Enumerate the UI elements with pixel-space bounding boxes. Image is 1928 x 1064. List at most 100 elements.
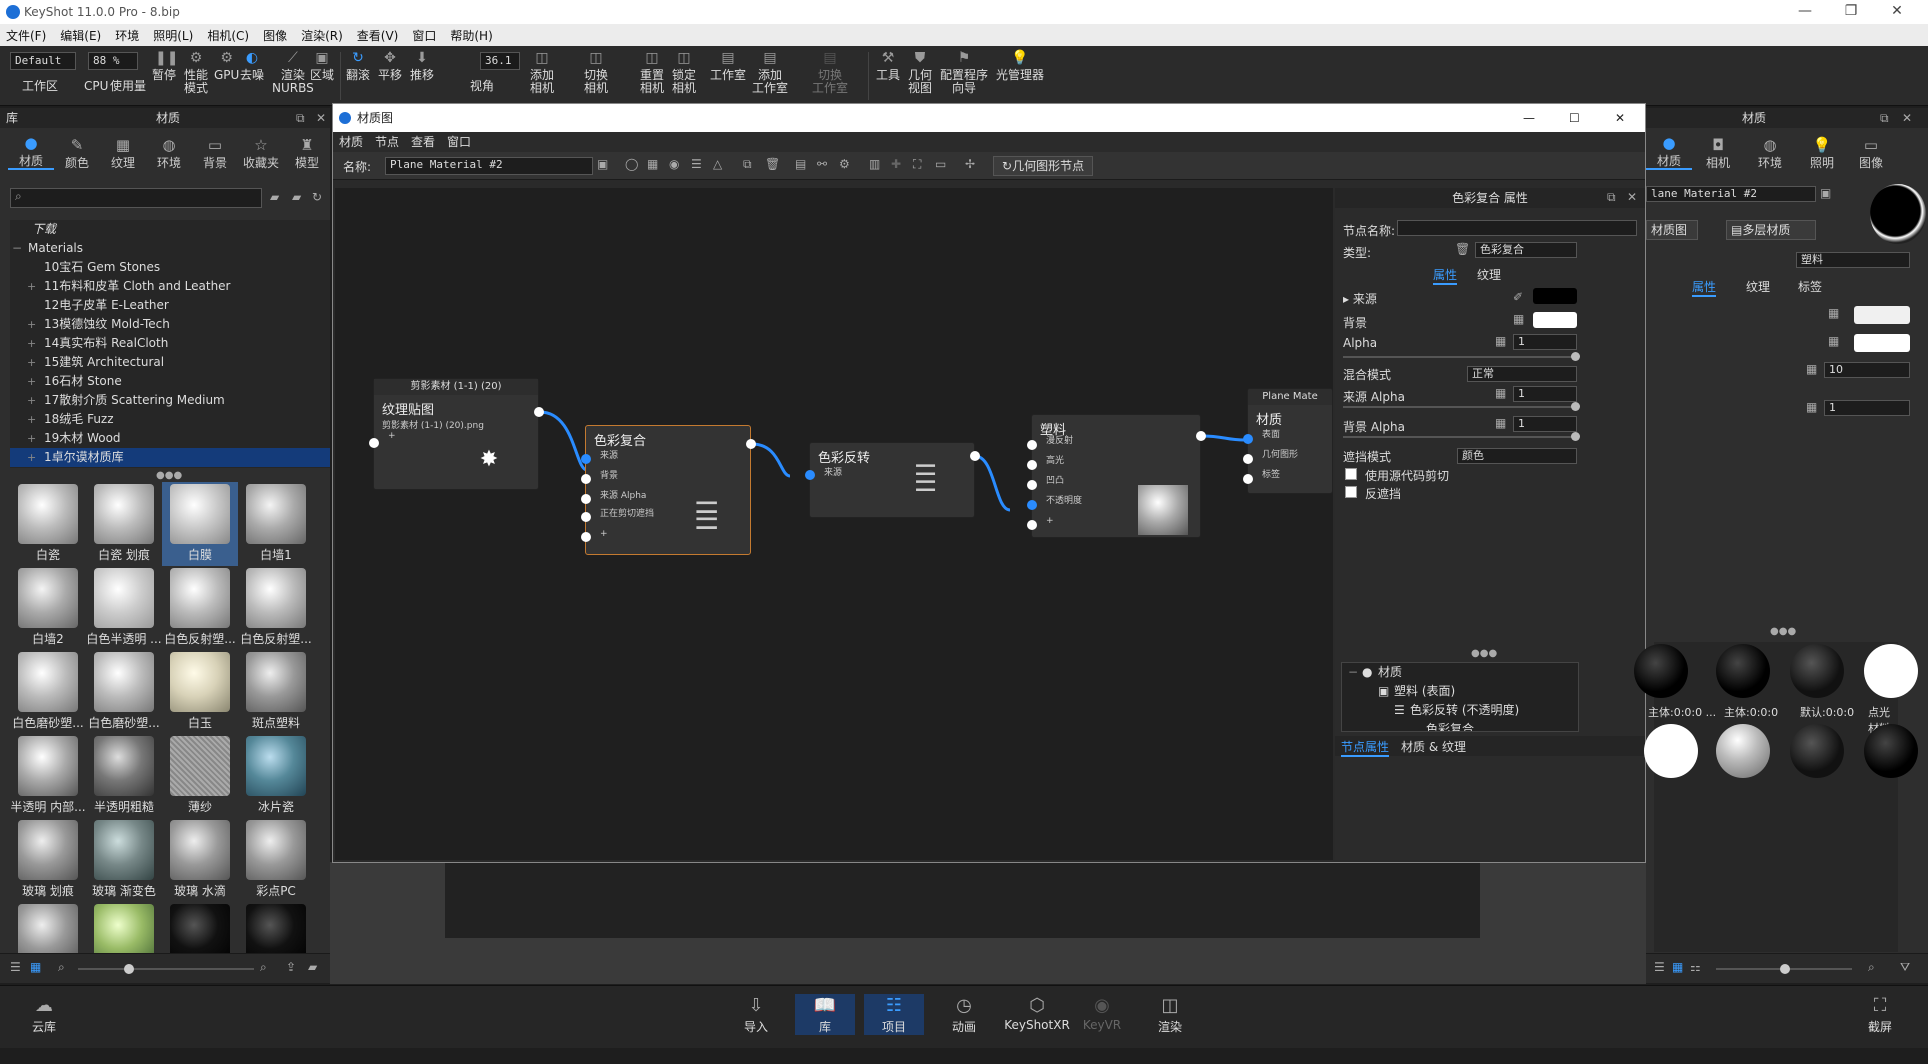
tab-textures[interactable]: ▦ 纹理 bbox=[100, 138, 146, 171]
switch-camera-button[interactable]: ◫ 切换 相机 bbox=[584, 50, 608, 95]
texture-toggle-icon[interactable]: ▦ bbox=[1495, 386, 1506, 400]
alpha-input[interactable]: 1 bbox=[1513, 334, 1577, 350]
keyshotxr-button[interactable]: ⬡ KeyShotXR bbox=[1002, 994, 1072, 1032]
node-canvas[interactable]: 剪影素材 (1-1) (20) 纹理贴图 剪影素材 (1-1) (20).png… bbox=[335, 188, 1333, 860]
texture-node-icon[interactable]: ▦ bbox=[647, 157, 658, 171]
cpu-button[interactable]: CPU bbox=[84, 80, 108, 93]
menu-view[interactable]: 查看(V) bbox=[357, 27, 399, 44]
slider-knob[interactable] bbox=[1571, 432, 1580, 441]
material-thumb[interactable]: 白色磨砂塑... bbox=[10, 650, 86, 734]
menu-node[interactable]: 节点 bbox=[375, 132, 399, 152]
material-ball[interactable] bbox=[1790, 644, 1844, 698]
input-port-dot[interactable] bbox=[1243, 454, 1253, 464]
layout-icon[interactable]: ▥ bbox=[869, 157, 880, 171]
fit-icon[interactable]: ⛶ bbox=[913, 157, 921, 172]
input-port-dot[interactable] bbox=[1243, 434, 1253, 444]
layers-icon[interactable]: ⚙ bbox=[839, 157, 850, 171]
slider-knob[interactable] bbox=[124, 964, 134, 974]
texture-toggle-icon[interactable]: ▦ bbox=[1828, 306, 1839, 320]
tumble-button[interactable]: ↻ 翻滚 bbox=[346, 50, 370, 82]
material-ball[interactable] bbox=[1864, 644, 1918, 698]
output-port-dot[interactable] bbox=[746, 439, 756, 449]
material-thumb-selected[interactable]: 白膜 bbox=[162, 482, 238, 566]
color-composite-node[interactable]: 色彩复合 来源 背景 来源 Alpha 正在剪切遮挡 + ⚌ ⚌ bbox=[585, 425, 751, 555]
tab-materials[interactable]: ● 材质 bbox=[8, 136, 54, 170]
gpu-button[interactable]: ⚙ GPU bbox=[214, 50, 239, 82]
tree-item[interactable]: +14真实布料 RealCloth bbox=[10, 334, 330, 353]
input-port-dot[interactable] bbox=[1027, 460, 1037, 470]
type-select[interactable]: 色彩复合 bbox=[1475, 242, 1577, 258]
render-viewport[interactable] bbox=[330, 862, 1646, 984]
menu-render[interactable]: 渲染(R) bbox=[301, 27, 343, 44]
menu-file[interactable]: 文件(F) bbox=[6, 27, 46, 44]
input-port-dot[interactable] bbox=[1027, 520, 1037, 530]
menu-lighting[interactable]: 照明(L) bbox=[153, 27, 193, 44]
output-port-dot[interactable] bbox=[534, 407, 544, 417]
menu-environment[interactable]: 环境 bbox=[115, 27, 139, 44]
tree-item[interactable]: ☰ 色彩反转 (不透明度) bbox=[1342, 701, 1578, 720]
folder-add-icon[interactable]: ▰ bbox=[292, 190, 301, 204]
menu-help[interactable]: 帮助(H) bbox=[450, 27, 492, 44]
add-input-port[interactable]: + bbox=[374, 431, 538, 441]
tab-textures[interactable]: 纹理 bbox=[1477, 266, 1501, 283]
expand-icon[interactable]: + bbox=[27, 353, 36, 372]
nurbs-button[interactable]: ⟋ 渲染 NURBS bbox=[272, 50, 314, 95]
tree-view-icon[interactable]: ⚏ bbox=[1690, 960, 1701, 974]
material-type-select[interactable]: 塑料 bbox=[1796, 252, 1910, 268]
input-port-dot[interactable] bbox=[581, 512, 591, 522]
slider-knob[interactable] bbox=[1780, 964, 1790, 974]
material-thumb[interactable]: 玻璃 划痕 bbox=[10, 818, 86, 902]
input-port-dot[interactable] bbox=[1027, 500, 1037, 510]
folder-icon[interactable]: ▰ bbox=[308, 960, 317, 974]
tab-image[interactable]: ▭ 图像 bbox=[1848, 138, 1894, 171]
frame-icon[interactable]: ▭ bbox=[935, 157, 946, 171]
pin-icon[interactable]: ✢ bbox=[965, 157, 975, 171]
output-port-dot[interactable] bbox=[1196, 431, 1206, 441]
zoom-select[interactable]: 88 % bbox=[88, 52, 138, 70]
add-camera-button[interactable]: ◫ 添加 相机 bbox=[530, 50, 554, 95]
splitter-handle[interactable]: ●●● bbox=[1770, 626, 1796, 637]
input-port-dot[interactable] bbox=[1027, 440, 1037, 450]
material-thumb[interactable]: 白瓷 划痕 bbox=[86, 482, 162, 566]
library-button[interactable]: 📖 库 bbox=[795, 994, 855, 1035]
zoom-icon[interactable]: ⌕ bbox=[1868, 960, 1875, 975]
pause-button[interactable]: ❚❚ 暂停 bbox=[152, 50, 178, 82]
geometry-node-button[interactable]: ↻几何图形节点 bbox=[993, 156, 1094, 176]
add-studio-button[interactable]: ▤ 添加 工作室 bbox=[752, 50, 788, 95]
tab-environments[interactable]: ◍ 环境 bbox=[146, 138, 192, 171]
minimize-button[interactable]: — bbox=[1782, 0, 1828, 24]
list-view-icon[interactable]: ☰ bbox=[10, 960, 21, 974]
grid-view-icon[interactable]: ▦ bbox=[1672, 960, 1683, 974]
reset-camera-button[interactable]: ◫ 重置 相机 bbox=[640, 50, 664, 95]
save-icon[interactable]: ▣ bbox=[597, 157, 608, 171]
material-graph-button[interactable]: 材质图 bbox=[1646, 220, 1698, 240]
menu-view[interactable]: 查看 bbox=[411, 132, 435, 152]
slider-knob[interactable] bbox=[1571, 352, 1580, 361]
undock-icon[interactable]: ⧉ bbox=[296, 108, 305, 128]
tree-item-selected[interactable]: +1卓尔谟材质库 bbox=[10, 448, 330, 467]
list-view-icon[interactable]: ☰ bbox=[1654, 960, 1665, 974]
menu-camera[interactable]: 相机(C) bbox=[207, 27, 249, 44]
use-clip-checkbox[interactable] bbox=[1345, 468, 1357, 480]
material-ball[interactable] bbox=[1644, 724, 1698, 778]
close-button[interactable]: ✕ bbox=[1874, 0, 1920, 24]
dolly-button[interactable]: ⬇ 推移 bbox=[410, 50, 434, 82]
maximize-button[interactable]: ☐ bbox=[1569, 104, 1580, 132]
tab-backplates[interactable]: ▭ 背景 bbox=[192, 138, 238, 171]
tree-item[interactable]: − ● 材质 bbox=[1342, 663, 1578, 682]
material-thumb[interactable]: 白瓷 bbox=[10, 482, 86, 566]
expand-icon[interactable]: + bbox=[27, 448, 36, 467]
expand-icon[interactable]: + bbox=[27, 277, 36, 296]
background-alpha-slider[interactable] bbox=[1343, 436, 1579, 438]
switch-studio-button[interactable]: ▤ 切换 工作室 bbox=[812, 50, 848, 95]
cloud-library-button[interactable]: ☁ 云库 bbox=[14, 994, 74, 1035]
collapse-icon[interactable]: − bbox=[12, 239, 22, 258]
zoom-in-icon[interactable]: ⌕ bbox=[260, 960, 267, 975]
render-button[interactable]: ◫ 渲染 bbox=[1140, 994, 1200, 1035]
invert-mask-checkbox[interactable] bbox=[1345, 486, 1357, 498]
keyvr-button[interactable]: ◉ KeyVR bbox=[1072, 994, 1132, 1032]
circle-node-icon[interactable]: ◯ bbox=[625, 157, 638, 171]
alpha-slider[interactable] bbox=[1343, 356, 1579, 358]
minimize-button[interactable]: — bbox=[1523, 104, 1535, 132]
region-button[interactable]: ▣ 区域 bbox=[310, 50, 334, 82]
